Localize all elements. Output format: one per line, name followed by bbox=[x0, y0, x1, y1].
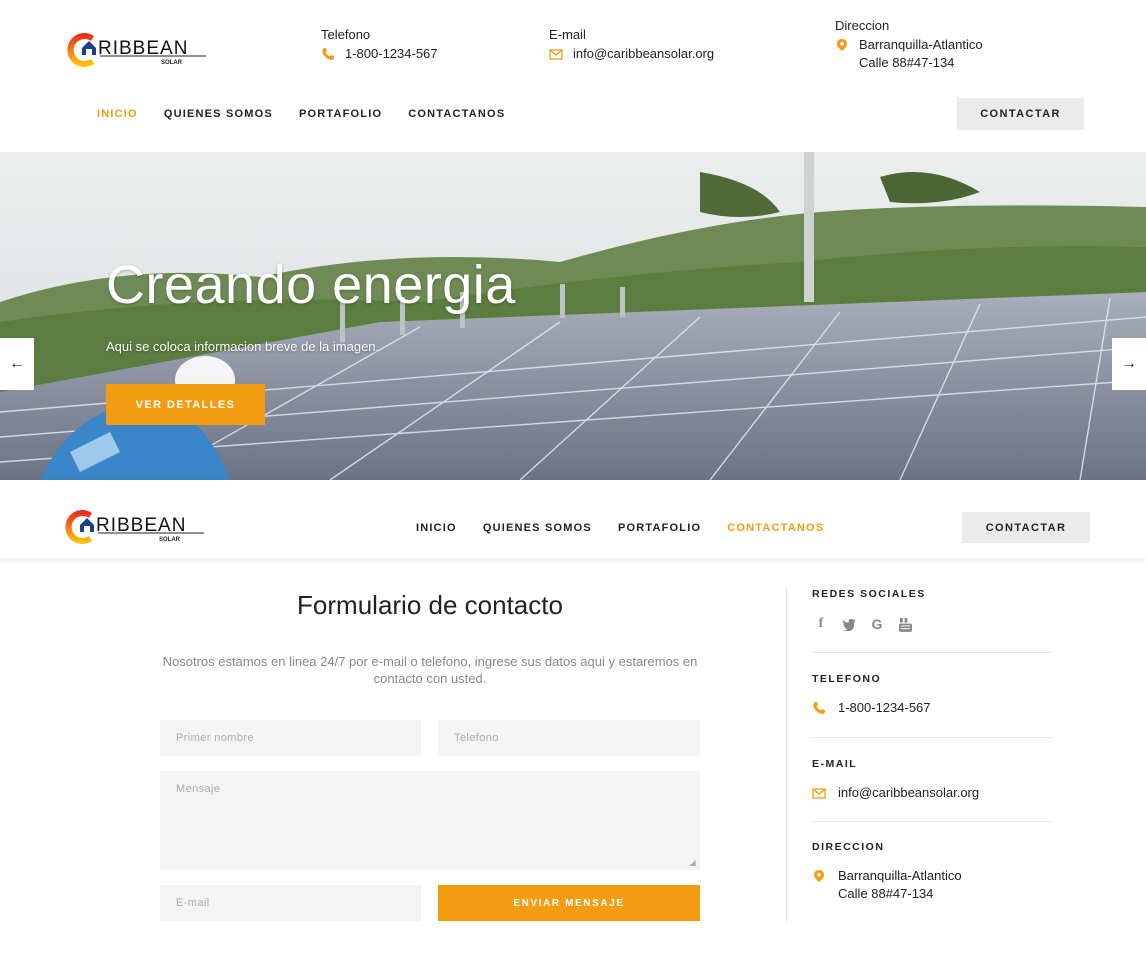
sidebar-separator bbox=[812, 652, 1052, 653]
address-title: Direccion bbox=[835, 18, 890, 33]
brand-name: RIBBEAN bbox=[98, 38, 189, 59]
email-title: E-mail bbox=[549, 27, 586, 42]
phone-title: Telefono bbox=[321, 27, 371, 42]
nav-item-inicio[interactable]: INICIO bbox=[97, 108, 138, 120]
sticky-contactar-button[interactable]: CONTACTAR bbox=[962, 512, 1090, 543]
header-phone-number[interactable]: 1-800-1234-567 bbox=[345, 45, 438, 63]
slider-next-button[interactable]: → bbox=[1112, 338, 1146, 390]
facebook-icon[interactable]: f bbox=[812, 616, 830, 632]
address-line-1: Barranquilla-Atlantico bbox=[859, 37, 983, 52]
hero-background-image bbox=[0, 152, 1146, 480]
contactar-button[interactable]: CONTACTAR bbox=[957, 98, 1084, 130]
google-icon[interactable]: G bbox=[868, 616, 886, 632]
brand-logo[interactable]: SOLAR RIBBEAN bbox=[62, 28, 212, 70]
hero-subtitle: Aqui se coloca informacion breve de la i… bbox=[106, 339, 380, 354]
twitter-icon[interactable] bbox=[840, 616, 858, 632]
ver-detalles-button[interactable]: VER DETALLES bbox=[106, 384, 265, 425]
nav-item-portafolio[interactable]: PORTAFOLIO bbox=[299, 108, 382, 120]
top-header: SOLAR RIBBEAN Telefono 1-800-1234-567 E-… bbox=[0, 0, 1146, 152]
resize-handle-icon[interactable]: ◢ bbox=[689, 858, 696, 867]
phone-field[interactable]: Telefono bbox=[438, 720, 700, 756]
first-name-field[interactable]: Primer nombre bbox=[160, 720, 421, 756]
sticky-brand-sub-text: SOLAR bbox=[159, 537, 181, 543]
hero-title: Creando energia bbox=[106, 255, 516, 315]
phone-heading: TELEFONO bbox=[812, 673, 882, 685]
sidebar-address-text-1: Barranquilla-Atlantico bbox=[838, 868, 962, 883]
sticky-nav: INICIO QUIENES SOMOS PORTAFOLIO CONTACTA… bbox=[416, 522, 824, 534]
slider-prev-button[interactable]: ← bbox=[0, 338, 34, 390]
address-heading: DIRECCION bbox=[812, 841, 885, 853]
sticky-brand-name: RIBBEAN bbox=[96, 515, 187, 536]
sidebar-address-line-2: Calle 88#47-134 bbox=[812, 885, 933, 903]
message-placeholder: Mensaje bbox=[176, 783, 221, 795]
sticky-nav-item-contactanos[interactable]: CONTACTANOS bbox=[727, 522, 824, 534]
sidebar-address-text-2: Calle 88#47-134 bbox=[838, 886, 934, 901]
main-nav: INICIO QUIENES SOMOS PORTAFOLIO CONTACTA… bbox=[97, 108, 505, 120]
form-description: Nosotros estamos en linea 24/7 por e-mai… bbox=[162, 654, 698, 686]
header-email-address[interactable]: info@caribbeansolar.org bbox=[573, 45, 714, 63]
email-field[interactable]: E-mail bbox=[160, 885, 421, 921]
mail-icon bbox=[549, 49, 563, 60]
address-line-2: Calle 88#47-134 bbox=[859, 55, 955, 70]
sidebar-divider bbox=[786, 588, 787, 922]
message-field[interactable]: Mensaje ◢ bbox=[160, 771, 700, 870]
form-title: Formulario de contacto bbox=[297, 590, 563, 620]
hero-slider: Creando energia Aqui se coloca informaci… bbox=[0, 152, 1146, 480]
sidebar-phone-number[interactable]: 1-800-1234-567 bbox=[838, 699, 931, 717]
sticky-nav-item-portafolio[interactable]: PORTAFOLIO bbox=[618, 522, 701, 534]
sticky-nav-item-quienes-somos[interactable]: QUIENES SOMOS bbox=[483, 522, 592, 534]
sidebar-email: info@caribbeansolar.org bbox=[812, 784, 979, 802]
sidebar-phone-icon bbox=[813, 702, 825, 714]
sidebar-phone: 1-800-1234-567 bbox=[812, 699, 931, 717]
arrow-left-icon: ← bbox=[9, 355, 25, 372]
enviar-mensaje-button[interactable]: ENVIAR MENSAJE bbox=[438, 885, 700, 921]
header-email: E-mail info@caribbeansolar.org bbox=[549, 27, 714, 63]
youtube-icon[interactable] bbox=[896, 616, 914, 632]
header-address: Direccion Barranquilla-Atlantico Calle 8… bbox=[835, 18, 983, 72]
sticky-nav-item-inicio[interactable]: INICIO bbox=[416, 522, 457, 534]
brand-sub-text: SOLAR bbox=[161, 60, 183, 66]
sidebar-mail-icon bbox=[812, 788, 826, 799]
sidebar-separator bbox=[812, 737, 1052, 738]
location-pin-icon bbox=[837, 39, 847, 51]
nav-item-quienes-somos[interactable]: QUIENES SOMOS bbox=[164, 108, 273, 120]
phone-icon bbox=[322, 48, 334, 60]
sidebar-address-line-1: Barranquilla-Atlantico bbox=[812, 867, 962, 885]
email-heading: E-MAIL bbox=[812, 758, 858, 770]
header-phone: Telefono 1-800-1234-567 bbox=[321, 27, 438, 63]
sidebar-location-pin-icon bbox=[814, 870, 824, 882]
sticky-brand-logo[interactable]: SOLAR RIBBEAN bbox=[60, 505, 210, 547]
social-heading: REDES SOCIALES bbox=[812, 588, 926, 600]
nav-item-contactanos[interactable]: CONTACTANOS bbox=[408, 108, 505, 120]
social-links: f G bbox=[812, 616, 914, 632]
sidebar-separator bbox=[812, 821, 1052, 822]
sidebar-email-address[interactable]: info@caribbeansolar.org bbox=[838, 784, 979, 802]
arrow-right-icon: → bbox=[1121, 355, 1137, 372]
